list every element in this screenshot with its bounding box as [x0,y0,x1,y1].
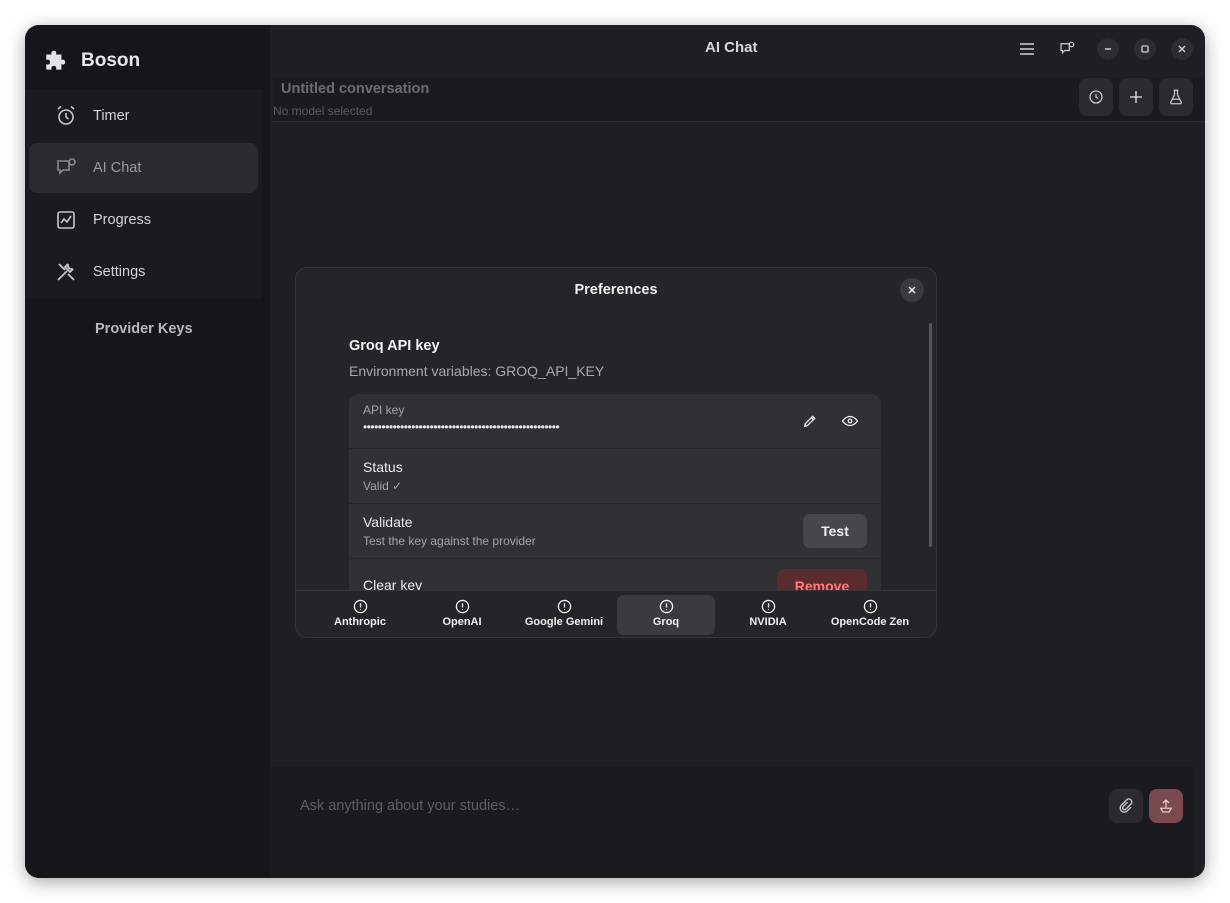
clock-icon [1089,90,1103,104]
edit-key-button[interactable] [796,407,824,435]
chart-icon [57,211,75,229]
chat-bubble-icon [57,158,76,175]
sidebar-subitem-provider-keys[interactable]: Provider Keys [95,321,193,337]
sidebar-item-progress[interactable]: Progress [29,195,258,245]
tab-label: NVIDIA [749,616,787,628]
warning-icon [659,599,673,614]
send-icon [1159,799,1173,813]
chat-bubble-icon [1060,41,1075,55]
tab-google-gemini[interactable]: Google Gemini [515,595,613,635]
tab-label: OpenAI [442,616,482,628]
app-name: Boson [81,50,141,71]
hamburger-icon [1020,43,1034,55]
section-title: Groq API key [349,338,440,354]
dialog-scrollbar[interactable] [929,323,932,547]
warning-icon [863,599,877,614]
plus-icon [1130,91,1142,103]
tab-label: Anthropic [334,616,386,628]
sidebar-item-label: AI Chat [93,160,142,176]
provider-tabs: Anthropic OpenAI Google Gemini Groq NVID… [296,590,936,637]
validate-subtitle: Test the key against the provider [363,534,536,548]
status-row: Status Valid ✓ [349,449,881,504]
tab-anthropic[interactable]: Anthropic [311,595,409,635]
message-input[interactable]: Ask anything about your studies… [300,798,520,814]
pencil-icon [803,415,816,428]
status-title: Status [363,459,403,475]
validate-row: Validate Test the key against the provid… [349,504,881,559]
tools-icon [57,263,75,281]
minimize-button[interactable] [1097,38,1119,60]
dialog-content: Preferences Groq API key Environment var… [296,268,936,590]
section-subtitle: Environment variables: GROQ_API_KEY [349,363,605,379]
settings-card: API key ••••••••••••••••••••••••••••••••… [349,394,881,590]
warning-icon [353,599,367,614]
close-icon [908,286,916,294]
dialog-title: Preferences [574,282,658,298]
sidebar-item-label: Progress [93,212,152,228]
close-window-button[interactable] [1171,38,1193,60]
warning-icon [761,599,775,614]
sidebar-item-timer[interactable]: Timer [29,91,258,141]
status-value: Valid ✓ [363,479,403,493]
tab-groq[interactable]: Groq [617,595,715,635]
maximize-button[interactable] [1134,38,1156,60]
tab-label: Groq [652,616,680,628]
sidebar-nav: Timer AI Chat Progress Settings [25,89,262,299]
sidebar: Boson Timer AI Chat Progress Settings Pr… [25,25,270,878]
close-icon [1178,45,1186,53]
brand: Boson [43,47,140,75]
tab-opencode-zen[interactable]: OpenCode Zen [821,595,919,635]
api-key-row[interactable]: API key ••••••••••••••••••••••••••••••••… [349,394,881,449]
test-button[interactable]: Test [803,514,867,548]
conversation-header: Untitled conversation No model selected [273,77,1205,122]
api-key-label: API key [363,403,405,417]
history-button[interactable] [1079,78,1113,116]
clear-key-row: Clear key Remove [349,559,881,590]
alarm-clock-icon [57,105,75,125]
minimize-icon [1105,48,1111,50]
tab-label: Google Gemini [524,616,604,628]
preferences-dialog: Preferences Groq API key Environment var… [295,267,937,638]
tab-openai[interactable]: OpenAI [413,595,511,635]
warning-icon [455,599,469,614]
dialog-close-button[interactable] [900,278,924,302]
eye-icon [841,415,859,427]
flask-icon [1169,89,1183,105]
composer: Ask anything about your studies… [270,767,1194,878]
conversation-title: Untitled conversation [281,81,430,97]
remove-button[interactable]: Remove [777,569,867,590]
new-conversation-button[interactable] [1119,78,1153,116]
tab-nvidia[interactable]: NVIDIA [719,595,817,635]
new-chat-header-button[interactable] [1055,37,1079,61]
sidebar-item-ai-chat[interactable]: AI Chat [29,143,258,193]
tab-label: OpenCode Zen [830,616,910,628]
attach-button[interactable] [1109,789,1143,823]
menu-button[interactable] [1015,37,1039,61]
reveal-key-button[interactable] [836,407,864,435]
warning-icon [557,599,571,614]
window-title: AI Chat [705,39,758,56]
experimental-button[interactable] [1159,78,1193,116]
model-status: No model selected [273,104,373,118]
sidebar-item-label: Settings [93,264,146,280]
maximize-icon [1141,45,1149,53]
puzzle-logo-icon [46,50,66,70]
send-button[interactable] [1149,789,1183,823]
sidebar-item-label: Timer [93,108,130,124]
paperclip-icon [1119,798,1133,813]
clear-key-title: Clear key [363,577,423,590]
sidebar-item-settings[interactable]: Settings [29,247,258,297]
validate-title: Validate [363,514,413,530]
api-key-field[interactable]: ••••••••••••••••••••••••••••••••••••••••… [363,420,560,434]
